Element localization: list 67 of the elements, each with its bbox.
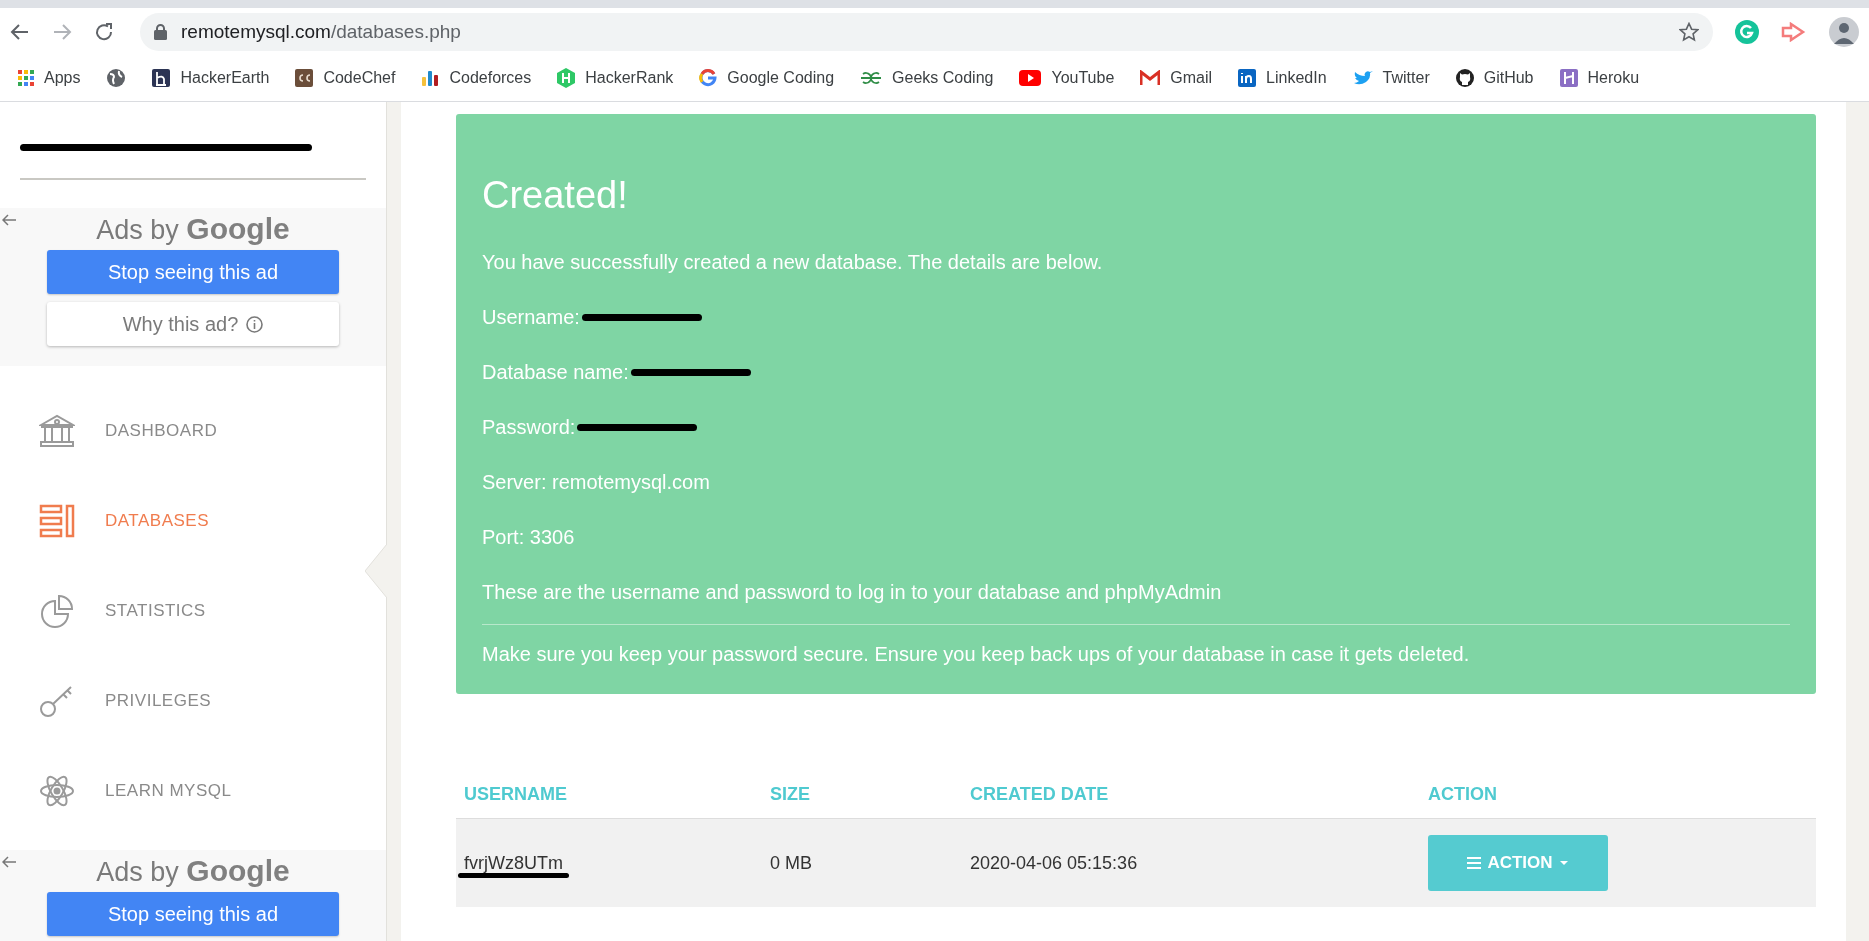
bank-icon (39, 414, 75, 448)
reload-button[interactable] (94, 21, 114, 42)
alert-title: Created! (482, 174, 629, 217)
table-cell: 2020-04-06 05:15:36 (970, 852, 1138, 873)
double-g-icon (860, 70, 883, 86)
h-logo-icon (1559, 69, 1578, 87)
address-bar[interactable]: remotemysql.com/databases.php (140, 12, 1713, 51)
back-arrow-icon[interactable] (2, 214, 16, 226)
bookmark[interactable]: Codeforces (421, 69, 532, 87)
bookmark[interactable]: YouTube (1019, 69, 1115, 87)
bookmark[interactable]: Apps (18, 69, 81, 87)
detail-label: Database name: (482, 361, 629, 384)
ad-heading: Ads by Google (96, 854, 290, 888)
bookmark[interactable]: LinkedIn (1238, 69, 1327, 87)
hexagon-h-icon (557, 68, 576, 88)
bookmark[interactable]: Geeks Coding (860, 69, 994, 87)
table-cell: fvrjWz8UTm (464, 852, 563, 873)
why-ad-button[interactable]: Why this ad? (47, 302, 339, 346)
cat-logo-icon (1455, 69, 1474, 87)
bookmark[interactable]: Twitter (1352, 69, 1430, 87)
nav-item[interactable]: PRIVILEGES (0, 656, 386, 746)
chef-logo-icon (295, 69, 314, 87)
atom-icon (39, 773, 75, 809)
alert-note: Make sure you keep your password secure. Ensure you keep back ups of your database in case it gets deleted. (482, 643, 1471, 666)
bookmark[interactable]: GitHub (1455, 69, 1534, 87)
column-header: SIZE (762, 770, 962, 819)
stop-ad-button[interactable]: Stop seeing this ad (47, 892, 339, 936)
detail-label: Password: (482, 416, 576, 439)
info-icon (246, 315, 264, 333)
detail-label: Port: 3306 (482, 526, 575, 549)
column-header: USERNAME (456, 770, 762, 819)
url-text: remotemysql.com/databases.php (181, 20, 461, 43)
bird-icon (1352, 70, 1373, 86)
bookmark[interactable]: Google Coding (699, 69, 835, 87)
nav-item[interactable]: STATISTICS (0, 566, 386, 656)
stop-ad-button[interactable]: Stop seeing this ad (47, 250, 339, 294)
menu-icon (1467, 857, 1482, 869)
ad-heading: Ads by Google (96, 212, 290, 246)
arrow-extension-icon[interactable] (1781, 21, 1807, 42)
detail-label: Server: remotemysql.com (482, 471, 710, 494)
list-icon (39, 504, 75, 538)
bookmark[interactable]: HackerEarth (152, 69, 270, 87)
caret-icon (1558, 860, 1569, 866)
star-icon[interactable] (1679, 21, 1699, 42)
mail-icon (1140, 70, 1161, 86)
bookmark[interactable]: HackerRank (557, 68, 674, 88)
column-header: CREATED DATE (962, 770, 1420, 819)
table-cell: 0 MB (770, 852, 812, 873)
play-icon (1019, 70, 1042, 86)
detail-label: Username: (482, 306, 580, 329)
globe-icon[interactable] (106, 68, 127, 88)
avatar-icon[interactable] (1829, 16, 1859, 47)
lock-icon (154, 23, 167, 40)
bookmark[interactable]: Gmail (1140, 69, 1213, 87)
g-logo-icon (699, 69, 718, 87)
alert-text: You have successfully created a new database. The details are below. (482, 251, 1104, 274)
column-header: ACTION (1420, 770, 1816, 819)
apps-grid-icon (18, 70, 34, 86)
in-logo-icon (1238, 69, 1257, 87)
back-button[interactable] (10, 21, 30, 42)
h-logo-icon (152, 69, 171, 87)
pie-chart-icon (39, 593, 75, 629)
alert-text: These are the username and password to log in to your database and phpMyAdmin (482, 581, 1223, 604)
bookmark[interactable]: CodeChef (295, 69, 396, 87)
bookmark[interactable]: Heroku (1559, 69, 1640, 87)
back-arrow-icon[interactable] (2, 856, 16, 868)
bar-chart-icon (421, 69, 440, 87)
